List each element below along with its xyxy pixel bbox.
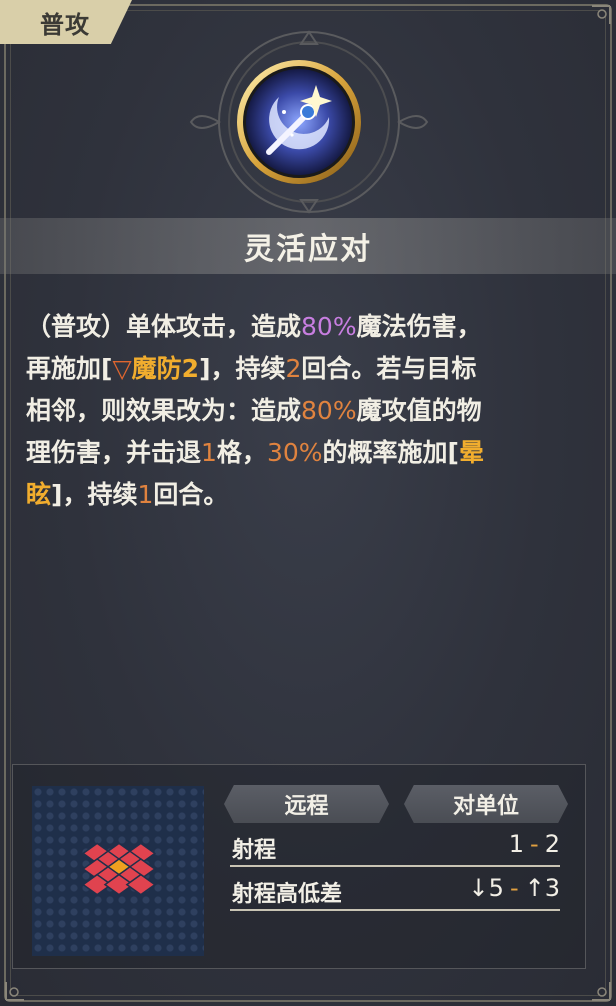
duration-number: 1 <box>137 480 154 509</box>
damage-percent: 80% <box>301 396 357 425</box>
desc-text: 格， <box>216 438 267 467</box>
range-label: 射程 <box>232 838 277 863</box>
height-separator: - <box>509 874 519 902</box>
desc-text: ]，持续 <box>51 480 138 509</box>
status-effect-name[interactable]: 眩 <box>26 480 51 509</box>
skill-description: （普攻）单体攻击，造成80%魔法伤害， 再施加[▽魔防2]，持续2回合。若与目标… <box>26 306 586 516</box>
range-separator: - <box>530 830 539 858</box>
magic-staff-icon <box>237 60 361 184</box>
damage-percent: 80% <box>301 312 357 341</box>
height-down: ↓5 <box>468 874 504 902</box>
height-diff-value: ↓5- ↑3 <box>469 874 560 902</box>
description-line: 理伤害，并击退1格，30%的概率施加[晕 <box>26 432 586 474</box>
duration-number: 2 <box>285 354 302 383</box>
description-line: 再施加[▽魔防2]，持续2回合。若与目标 <box>26 348 586 390</box>
description-line: （普攻）单体攻击，造成80%魔法伤害， <box>26 306 586 348</box>
skill-type-label: 普攻 <box>40 10 90 39</box>
desc-text: 的概率施加[ <box>322 438 459 467</box>
desc-text: 相邻，则效果改为：造成 <box>26 396 302 425</box>
skill-name: 灵活应对 <box>244 232 372 267</box>
description-line: 相邻，则效果改为：造成80%魔攻值的物 <box>26 390 586 432</box>
row-divider <box>230 865 560 867</box>
knockback-number: 1 <box>201 438 217 467</box>
desc-text: （普攻）单体攻击，造成 <box>26 312 302 341</box>
range-pattern-icon <box>81 842 157 896</box>
height-diff-label: 射程高低差 <box>232 882 343 907</box>
desc-text: 理伤害，并击退 <box>26 438 202 467</box>
description-line: 眩]，持续1回合。 <box>26 474 586 516</box>
range-max: 2 <box>544 830 560 858</box>
range-min: 1 <box>508 830 525 858</box>
row-divider <box>230 909 560 911</box>
attack-type-badge: 远程 <box>224 785 389 823</box>
skill-type-tag: 普攻 <box>0 0 132 44</box>
desc-text: ]，持续 <box>199 354 286 383</box>
range-value: 1-2 <box>509 830 560 858</box>
desc-text: 魔法伤害， <box>356 312 482 341</box>
desc-text: 再施加[ <box>26 354 113 383</box>
attack-type-label: 远程 <box>284 794 329 819</box>
desc-text: 回合。若与目标 <box>301 354 477 383</box>
corner-ornament-icon <box>592 5 611 24</box>
status-effect-name[interactable]: 晕 <box>459 438 484 467</box>
height-diff-row: 射程高低差 ↓5- ↑3 <box>230 870 560 910</box>
skill-icon <box>234 57 364 187</box>
target-type-label: 对单位 <box>452 794 519 819</box>
desc-text: 魔攻值的物 <box>356 396 482 425</box>
range-row: 射程 1-2 <box>230 826 560 866</box>
skill-card: 普攻 灵活应对 （普攻）单体攻击，造成80%魔法伤害， 再施加[▽魔防2]，持续… <box>0 0 616 1006</box>
height-up: ↑3 <box>524 874 560 902</box>
debuff-triangle-icon: ▽ <box>112 354 132 383</box>
target-type-badge: 对单位 <box>404 785 568 823</box>
skill-title-bar: 灵活应对 <box>0 218 616 274</box>
chance-percent: 30% <box>266 438 323 467</box>
status-effect-name[interactable]: 魔防2 <box>132 354 199 383</box>
desc-text: 回合。 <box>153 480 229 509</box>
